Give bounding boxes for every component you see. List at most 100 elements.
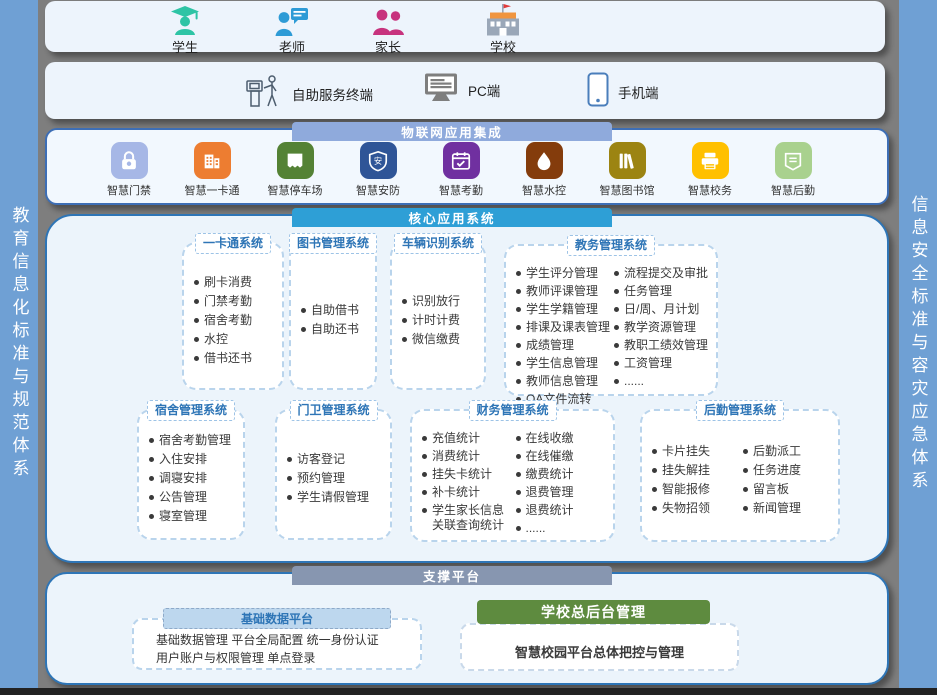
bullet-icon (516, 289, 521, 294)
bullet-icon (614, 271, 619, 276)
box-title: 后勤管理系统 (696, 400, 784, 421)
list-item: 刷卡消费 (194, 275, 274, 290)
bullet-icon (516, 490, 521, 495)
list-item: 工资管理 (614, 356, 708, 371)
list-item: 宿舍考勤 (194, 313, 274, 328)
user-item-teacher: 老师 (250, 6, 334, 56)
iot-integration-panel: 物联网应用集成 智慧门禁 (45, 128, 889, 205)
list-item: 成绩管理 (516, 338, 610, 353)
bullet-icon (287, 457, 292, 462)
bullet-icon (516, 508, 521, 513)
user-item-parent: 家长 (346, 6, 430, 56)
list-item: 智能报修 (652, 482, 739, 497)
mobile-phone-icon (587, 72, 609, 112)
list-item: 流程提交及审批 (614, 266, 708, 281)
bullet-icon (194, 318, 199, 323)
bullet-icon (614, 343, 619, 348)
list-item: 充值统计 (422, 431, 512, 446)
list-item: 借书还书 (194, 351, 274, 366)
svg-text:安: 安 (374, 156, 382, 166)
bullet-icon (652, 487, 657, 492)
bullet-icon (516, 472, 521, 477)
box-title: 车辆识别系统 (394, 233, 482, 254)
list-item: 调寝安排 (149, 471, 235, 486)
iot-item-onecard: 智慧一卡通 (176, 142, 248, 198)
bullet-icon (194, 299, 199, 304)
list-item: 教职工绩效管理 (614, 338, 708, 353)
system-box-library: 图书管理系统自助借书自助还书 (289, 242, 377, 390)
terminal-item-mobile: 手机端 (587, 72, 659, 112)
teacher-icon (250, 6, 334, 36)
list-item: 寝室管理 (149, 509, 235, 524)
list-item: 退费管理 (516, 485, 606, 500)
list-item: ...... (516, 521, 606, 536)
terminal-item-kiosk: 自助服务终端 (243, 72, 373, 115)
bullet-icon (743, 449, 748, 454)
user-item-label: 学校 (461, 37, 545, 56)
bullet-icon (614, 307, 619, 312)
logistics-board-icon (775, 142, 812, 179)
list-item: 学生请假管理 (287, 490, 382, 505)
list-item: 公告管理 (149, 490, 235, 505)
bullet-icon (516, 526, 521, 531)
list-item: 补卡统计 (422, 485, 512, 500)
bullet-icon (614, 361, 619, 366)
terminal-item-pc: PC端 (423, 72, 500, 107)
user-item-label: 老师 (250, 37, 334, 56)
iot-item-library: 智慧图书馆 (591, 142, 663, 198)
box-title: 宿舍管理系统 (147, 400, 235, 421)
core-section-header: 核心应用系统 (292, 208, 612, 227)
box-title: 一卡通系统 (195, 233, 271, 254)
bullet-icon (652, 506, 657, 511)
list-item: 在线催缴 (516, 449, 606, 464)
iot-item-attendance: 智慧考勤 (425, 142, 497, 198)
list-item: 计时计费 (402, 313, 476, 328)
student-icon (143, 6, 227, 36)
school-admin-content: 智慧校园平台总体把控与管理 (515, 634, 684, 661)
iot-section-header: 物联网应用集成 (292, 122, 612, 141)
bullet-icon (422, 508, 427, 513)
bullet-icon (516, 436, 521, 441)
system-box-academic: 教务管理系统学生评分管理教师评课管理学生学籍管理排课及课表管理成绩管理学生信息管… (504, 244, 718, 396)
base-platform-line: 用户账户与权限管理 单点登录 (156, 649, 420, 667)
iot-item-water: 智慧水控 (508, 142, 580, 198)
list-item: 任务管理 (614, 284, 708, 299)
bullet-icon (614, 289, 619, 294)
system-box-logistics: 后勤管理系统卡片挂失挂失解挂智能报修失物招领后勤派工任务进度留言板新闻管理 (640, 409, 840, 542)
list-item: ...... (614, 374, 708, 389)
bullet-icon (516, 454, 521, 459)
terminals-row-panel: 自助服务终端 PC端 手机端 (45, 62, 885, 119)
water-control-icon (526, 142, 563, 179)
smart-campus-architecture-diagram: 教育信息化标准与规范体系 信息安全标准与容灾应急体系 学生 (0, 0, 937, 695)
list-item: 留言板 (743, 482, 830, 497)
list-item: 在线收缴 (516, 431, 606, 446)
bullet-icon (743, 468, 748, 473)
bullet-icon (516, 307, 521, 312)
terminal-item-label: 自助服务终端 (292, 84, 373, 104)
list-item: 识别放行 (402, 294, 476, 309)
bullet-icon (301, 327, 306, 332)
self-service-kiosk-icon (243, 72, 283, 115)
box-title: 图书管理系统 (289, 233, 377, 254)
bottom-edge-bar (0, 688, 937, 695)
box-title: 财务管理系统 (468, 400, 556, 421)
list-item: 卡片挂失 (652, 444, 739, 459)
bullet-icon (516, 271, 521, 276)
list-item: 挂失解挂 (652, 463, 739, 478)
list-item: 教师信息管理 (516, 374, 610, 389)
left-sidebar-label: 教育信息化标准与规范体系 (11, 206, 28, 482)
list-item: 宿舍考勤管理 (149, 433, 235, 448)
bullet-icon (516, 361, 521, 366)
bullet-icon (422, 472, 427, 477)
box-title: 门卫管理系统 (289, 400, 377, 421)
bullet-icon (149, 457, 154, 462)
support-platform-panel: 支撑平台 基础数据平台 基础数据管理 平台全局配置 统一身份认证 用户账户与权限… (45, 572, 889, 685)
base-platform-line: 基础数据管理 平台全局配置 统一身份认证 (156, 631, 420, 649)
school-admin-box: 智慧校园平台总体把控与管理 (460, 623, 739, 671)
list-item: 学生评分管理 (516, 266, 610, 281)
bullet-icon (614, 379, 619, 384)
bullet-icon (516, 379, 521, 384)
iot-item-logistics: 智慧后勤 (757, 142, 829, 198)
terminal-item-label: 手机端 (618, 82, 659, 102)
bullet-icon (149, 514, 154, 519)
